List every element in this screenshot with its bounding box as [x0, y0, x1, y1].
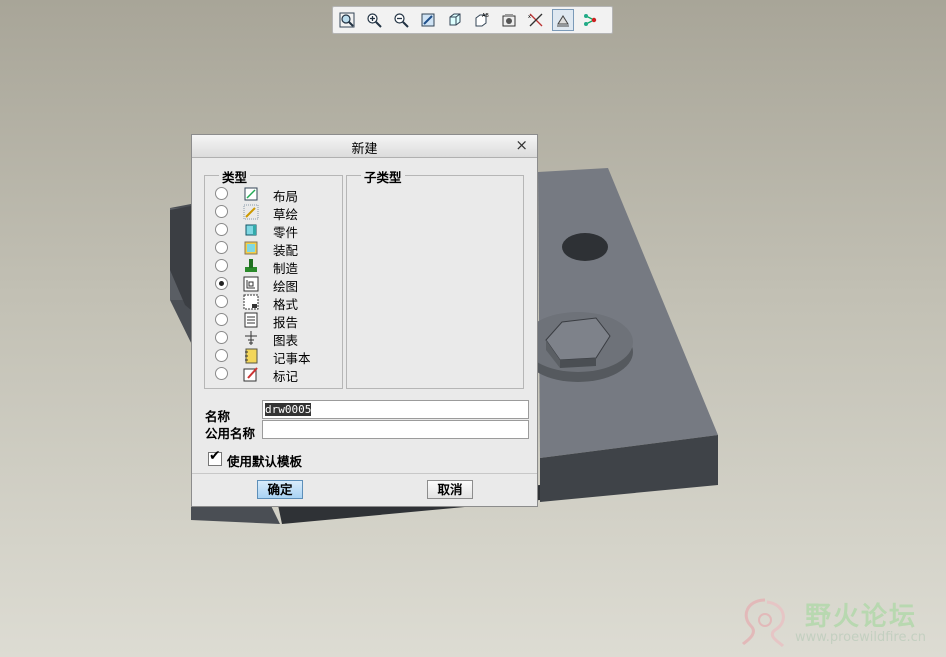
repaint-button[interactable]	[417, 9, 439, 31]
zoom-in-button[interactable]	[363, 9, 385, 31]
watermark-title: 野火论坛	[805, 602, 918, 632]
name-value: drw0005	[265, 403, 312, 416]
radio-selected-dot	[219, 281, 224, 286]
saved-views-button[interactable]: AB	[471, 9, 493, 31]
watermark-url: www.proewildfire.cn	[795, 630, 926, 645]
radio-button[interactable]	[215, 313, 228, 326]
display-style-button[interactable]	[444, 9, 466, 31]
format-icon	[243, 294, 259, 310]
type-option[interactable]: 格式	[215, 293, 365, 312]
type-option[interactable]: 制造	[215, 257, 365, 276]
svg-text:x: x	[528, 14, 531, 20]
checkmark-icon: ✔	[209, 448, 221, 464]
watermark-logo-icon	[741, 598, 785, 648]
radio-button[interactable]	[215, 331, 228, 344]
use-default-template-label: 使用默认模板	[227, 454, 303, 469]
assembly-icon	[243, 240, 259, 256]
cancel-button[interactable]: 取消	[427, 480, 473, 499]
datum-display-button[interactable]: x	[525, 9, 547, 31]
zoom-out-icon	[394, 13, 409, 28]
drawing-icon	[243, 276, 259, 292]
diagram-icon	[243, 330, 259, 346]
type-option[interactable]: 标记	[215, 365, 365, 384]
type-option[interactable]: 布局	[215, 185, 365, 204]
notebook-icon	[243, 348, 259, 364]
type-label: 标记	[273, 369, 299, 384]
common-name-field[interactable]	[262, 420, 529, 439]
name-field[interactable]: drw0005	[262, 400, 529, 419]
zoom-in-icon	[367, 13, 382, 28]
display-style-icon	[449, 13, 461, 26]
close-icon[interactable]: ×	[515, 136, 528, 154]
new-file-dialog: 新建 × 类型 布局 草绘 零件 装配 制造 绘图 格式 报告 图表 记事本 标记 子类型 名称 d…	[191, 134, 538, 507]
radio-button[interactable]	[215, 295, 228, 308]
spin-center-button[interactable]	[579, 9, 601, 31]
radio-button[interactable]	[215, 241, 228, 254]
dialog-title: 新建	[351, 142, 378, 157]
type-option[interactable]: 记事本	[215, 347, 365, 366]
radio-button[interactable]	[215, 259, 228, 272]
type-option[interactable]: 图表	[215, 329, 365, 348]
type-option[interactable]: 绘图	[215, 275, 365, 294]
markup-icon	[243, 366, 259, 382]
type-group: 类型 布局 草绘 零件 装配 制造 绘图 格式 报告 图表 记事本 标记	[204, 167, 343, 389]
repaint-icon	[421, 13, 435, 27]
dialog-footer-divider	[192, 473, 537, 474]
dialog-titlebar[interactable]: 新建 ×	[192, 135, 537, 158]
datum-display-icon: x	[528, 13, 543, 27]
subtype-group: 子类型	[346, 167, 524, 389]
saved-views-icon: AB	[475, 13, 489, 27]
layers-icon	[502, 14, 516, 27]
use-default-template-checkbox[interactable]: ✔	[208, 448, 222, 466]
view-toolbar: AB x	[332, 6, 613, 34]
part-icon	[243, 222, 259, 238]
subtype-group-label: 子类型	[361, 167, 405, 186]
type-option[interactable]: 零件	[215, 221, 365, 240]
type-option[interactable]: 装配	[215, 239, 365, 258]
manufacturing-icon	[243, 258, 259, 274]
type-option[interactable]: 报告	[215, 311, 365, 330]
type-group-label: 类型	[219, 167, 251, 186]
layout-icon	[243, 186, 259, 202]
radio-button[interactable]	[215, 277, 228, 290]
annotation-display-button[interactable]	[552, 9, 574, 31]
common-name-label: 公用名称	[205, 426, 256, 441]
radio-button[interactable]	[215, 205, 228, 218]
layers-button[interactable]	[498, 9, 520, 31]
zoom-fit-icon	[339, 12, 355, 28]
radio-button[interactable]	[215, 349, 228, 362]
radio-button[interactable]	[215, 187, 228, 200]
radio-button[interactable]	[215, 223, 228, 236]
sketch-icon	[243, 204, 259, 220]
type-option[interactable]: 草绘	[215, 203, 365, 222]
zoom-fit-button[interactable]	[336, 9, 358, 31]
svg-text:AB: AB	[482, 13, 489, 19]
zoom-out-button[interactable]	[390, 9, 412, 31]
radio-button[interactable]	[215, 367, 228, 380]
annotation-display-icon	[557, 15, 569, 27]
ok-button[interactable]: 确定	[257, 480, 303, 499]
report-icon	[243, 312, 259, 328]
spin-center-icon	[584, 14, 597, 26]
forum-watermark: 野火论坛 www.proewildfire.cn	[735, 590, 941, 652]
